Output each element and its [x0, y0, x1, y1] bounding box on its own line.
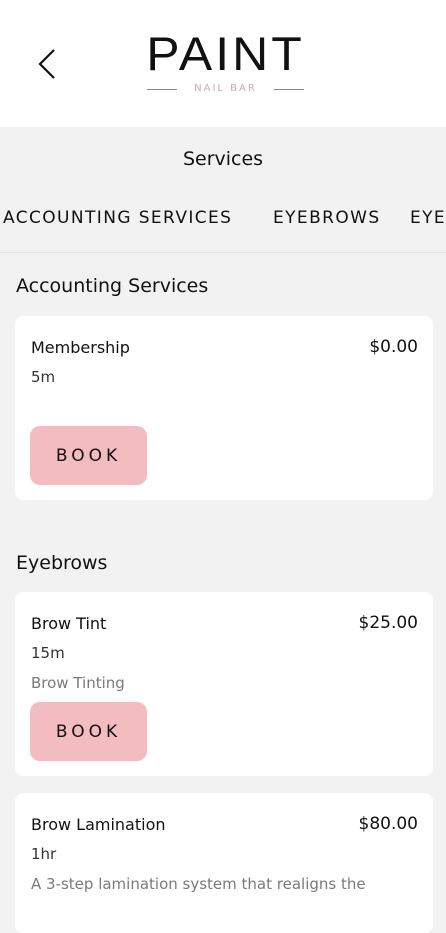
tab-eyebrows[interactable]: EYEBROWS — [273, 208, 381, 228]
service-price: $0.00 — [369, 337, 418, 357]
logo-wordmark: PAINT — [146, 27, 305, 81]
service-name: Brow Lamination — [31, 815, 166, 834]
brand-logo: PAINT NAIL BAR — [143, 28, 308, 98]
app-header: PAINT NAIL BAR — [0, 0, 446, 127]
service-name: Membership — [31, 338, 130, 357]
service-card: Brow Lamination $80.00 1hr A 3-step lami… — [15, 793, 433, 933]
service-description: Brow Tinting — [31, 674, 125, 692]
tabs-divider — [0, 252, 446, 253]
logo-subtitle-text: NAIL BAR — [194, 83, 257, 94]
service-duration: 1hr — [31, 845, 57, 863]
service-duration: 5m — [31, 368, 56, 386]
service-description: A 3-step lamination system that realigns… — [31, 875, 366, 893]
section-title-eyebrows: Eyebrows — [16, 552, 108, 574]
service-name: Brow Tint — [31, 614, 107, 633]
tab-accounting-services[interactable]: ACCOUNTING SERVICES — [3, 208, 232, 228]
service-card: Brow Tint $25.00 15m Brow Tinting BOOK — [15, 592, 433, 776]
service-card: Membership $0.00 5m BOOK — [15, 316, 433, 500]
logo-subtitle: NAIL BAR — [143, 82, 308, 96]
category-tabs: ACCOUNTING SERVICES EYEBROWS EYE — [0, 208, 446, 236]
service-duration: 15m — [31, 644, 65, 662]
page-title: Services — [182, 148, 264, 170]
section-title-accounting-services: Accounting Services — [16, 275, 209, 297]
back-arrow-icon[interactable] — [30, 44, 66, 84]
service-price: $25.00 — [358, 613, 418, 633]
tab-eye[interactable]: EYE — [410, 208, 446, 228]
book-button[interactable]: BOOK — [30, 426, 147, 485]
service-price: $80.00 — [358, 814, 418, 834]
book-button[interactable]: BOOK — [30, 702, 147, 761]
